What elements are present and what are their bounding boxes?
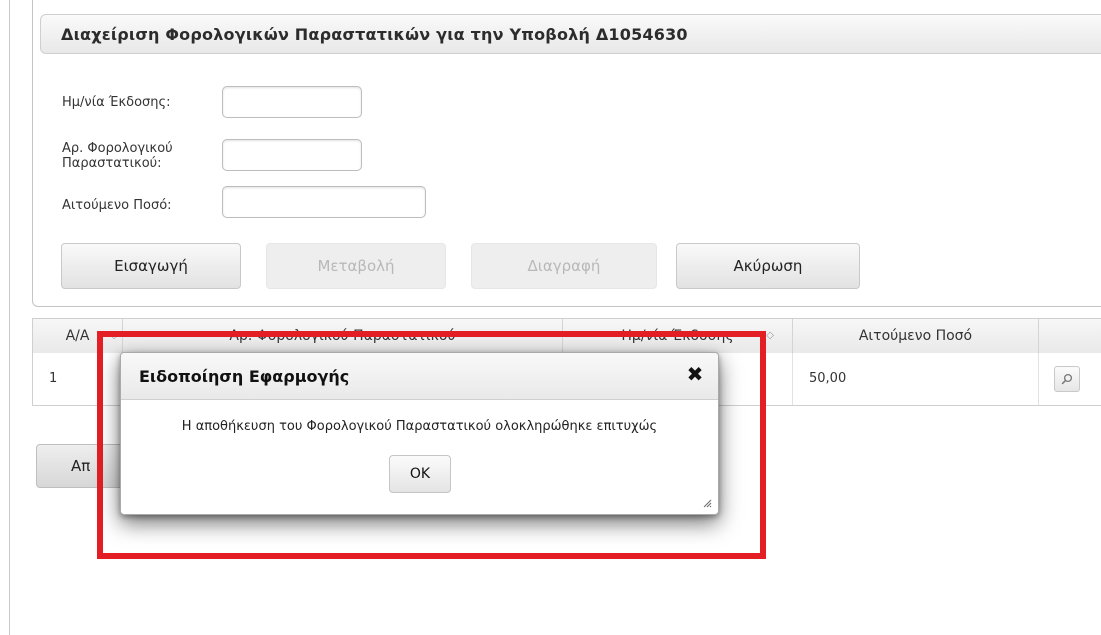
- doc-number-label-line1: Αρ. Φορολογικού: [62, 141, 173, 156]
- magnifier-icon: [1061, 373, 1073, 385]
- panel-header: Διαχείριση Φορολογικών Παραστατικών για …: [40, 14, 1101, 54]
- requested-amount-input[interactable]: [222, 186, 426, 218]
- cell-requested-amount: 50,00: [793, 353, 1039, 405]
- header-issue-date[interactable]: Ημ/νία Έκδοσης ◇: [563, 319, 793, 353]
- header-requested-amount[interactable]: Αιτούμενο Ποσό: [793, 319, 1039, 353]
- page-left-border: [9, 0, 10, 635]
- header-doc-number[interactable]: Αρ. Φορολογικού Παραστατικού: [123, 319, 563, 353]
- header-aa[interactable]: Α/Α ◇: [33, 319, 123, 353]
- sort-icon: ◇: [766, 330, 774, 341]
- header-actions: [1039, 319, 1101, 353]
- panel-title: Διαχείριση Φορολογικών Παραστατικών για …: [61, 25, 688, 44]
- cell-aa: 1: [33, 353, 123, 405]
- requested-amount-label: Αιτούμενο Ποσό:: [62, 198, 172, 213]
- dialog-title: Ειδοποίηση Εφαρμογής: [139, 367, 350, 386]
- dialog-message: Η αποθήκευση του Φορολογικού Παραστατικο…: [181, 419, 658, 434]
- doc-number-label-line2: Παραστατικού:: [62, 156, 162, 171]
- view-row-button[interactable]: [1054, 366, 1080, 392]
- notification-dialog: Ειδοποίηση Εφαρμογής ✖ Η αποθήκευση του …: [120, 352, 719, 515]
- ok-button[interactable]: OK: [389, 455, 451, 493]
- close-icon[interactable]: ✖: [684, 363, 706, 385]
- resize-grip-icon[interactable]: [702, 498, 712, 508]
- delete-button[interactable]: Διαγραφή: [471, 243, 657, 289]
- sort-icon: ◇: [110, 330, 118, 341]
- table-header: Α/Α ◇ Αρ. Φορολογικού Παραστατικού Ημ/νί…: [33, 319, 1101, 354]
- dialog-header: Ειδοποίηση Εφαρμογής ✖: [121, 353, 718, 400]
- insert-button[interactable]: Εισαγωγή: [61, 243, 241, 289]
- cancel-button[interactable]: Ακύρωση: [676, 243, 860, 289]
- modify-button[interactable]: Μεταβολή: [266, 243, 446, 289]
- doc-number-label: Αρ. Φορολογικού Παραστατικού:: [62, 141, 173, 171]
- doc-number-input[interactable]: [222, 139, 362, 171]
- issue-date-input[interactable]: [222, 86, 362, 118]
- issue-date-label: Ημ/νία Έκδοσης:: [62, 95, 171, 110]
